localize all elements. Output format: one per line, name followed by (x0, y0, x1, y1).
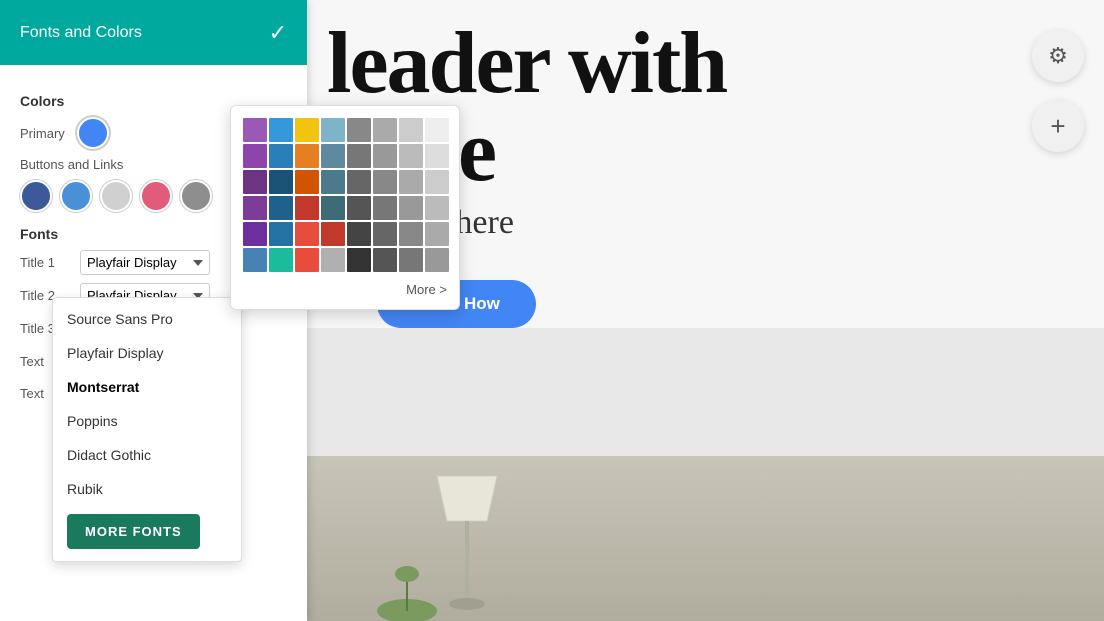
color-cell[interactable] (347, 170, 371, 194)
lamp-svg (367, 456, 567, 621)
color-cell[interactable] (321, 222, 345, 246)
color-cell[interactable] (425, 222, 449, 246)
confirm-icon[interactable]: ✓ (269, 20, 287, 46)
dropdown-item-montserrat[interactable]: Montserrat (53, 370, 241, 404)
color-cell[interactable] (373, 170, 397, 194)
primary-label: Primary (20, 126, 65, 141)
swatch-medium-blue[interactable] (60, 180, 92, 212)
gear-button[interactable]: ⚙ (1032, 30, 1084, 82)
sidebar: Fonts and Colors ✓ Colors Primary Button… (0, 0, 307, 621)
color-cell[interactable] (425, 196, 449, 220)
color-grid (243, 118, 447, 272)
color-cell[interactable] (321, 248, 345, 272)
swatch-light-gray[interactable] (100, 180, 132, 212)
color-cell[interactable] (373, 248, 397, 272)
color-cell[interactable] (425, 144, 449, 168)
sidebar-header: Fonts and Colors ✓ (0, 0, 307, 65)
dropdown-item-poppins[interactable]: Poppins (53, 404, 241, 438)
dropdown-item-playfair[interactable]: Playfair Display (53, 336, 241, 370)
gear-icon: ⚙ (1048, 43, 1068, 69)
color-cell[interactable] (347, 222, 371, 246)
color-cell[interactable] (425, 170, 449, 194)
color-cell[interactable] (243, 144, 267, 168)
color-cell[interactable] (295, 248, 319, 272)
color-cell[interactable] (373, 118, 397, 142)
color-picker-popup: More > (230, 105, 460, 310)
color-cell[interactable] (269, 118, 293, 142)
swatch-pink[interactable] (140, 180, 172, 212)
primary-color-swatch[interactable] (77, 117, 109, 149)
color-cell[interactable] (295, 118, 319, 142)
color-cell[interactable] (321, 118, 345, 142)
sidebar-title: Fonts and Colors (20, 24, 142, 42)
color-cell[interactable] (295, 170, 319, 194)
plus-button[interactable]: + (1032, 100, 1084, 152)
color-cell[interactable] (243, 196, 267, 220)
color-cell[interactable] (425, 118, 449, 142)
dropdown-item-source-sans[interactable]: Source Sans Pro (53, 302, 241, 336)
color-cell[interactable] (295, 222, 319, 246)
color-cell[interactable] (399, 248, 423, 272)
color-cell[interactable] (321, 170, 345, 194)
color-cell[interactable] (243, 248, 267, 272)
dropdown-item-rubik[interactable]: Rubik (53, 472, 241, 506)
color-cell[interactable] (295, 196, 319, 220)
color-cell[interactable] (295, 144, 319, 168)
color-cell[interactable] (321, 144, 345, 168)
color-cell[interactable] (425, 248, 449, 272)
font-dropdown: Source Sans Pro Playfair Display Montser… (52, 297, 242, 562)
color-cell[interactable] (321, 196, 345, 220)
color-cell[interactable] (373, 196, 397, 220)
color-cell[interactable] (399, 170, 423, 194)
color-cell[interactable] (347, 118, 371, 142)
swatch-dark-gray[interactable] (180, 180, 212, 212)
swatch-dark-blue[interactable] (20, 180, 52, 212)
color-cell[interactable] (399, 222, 423, 246)
lamp-image-area (307, 456, 1104, 621)
plus-icon: + (1050, 111, 1065, 142)
color-cell[interactable] (269, 170, 293, 194)
color-cell[interactable] (373, 144, 397, 168)
title1-font-select[interactable]: Playfair Display (80, 250, 210, 275)
color-cell[interactable] (243, 118, 267, 142)
color-cell[interactable] (269, 248, 293, 272)
color-cell[interactable] (269, 222, 293, 246)
title1-label: Title 1 (20, 255, 72, 270)
color-cell[interactable] (399, 196, 423, 220)
headline-text: leader with (327, 20, 1084, 108)
color-cell[interactable] (399, 144, 423, 168)
color-cell[interactable] (243, 170, 267, 194)
color-cell[interactable] (243, 222, 267, 246)
dropdown-item-didact[interactable]: Didact Gothic (53, 438, 241, 472)
color-cell[interactable] (399, 118, 423, 142)
main-content: leader with nage r subtitle here Learn H… (307, 0, 1104, 621)
more-colors-link[interactable]: More > (243, 282, 447, 297)
color-cell[interactable] (269, 144, 293, 168)
color-cell[interactable] (347, 196, 371, 220)
color-cell[interactable] (269, 196, 293, 220)
color-cell[interactable] (347, 248, 371, 272)
more-fonts-button[interactable]: MORE FONTS (67, 514, 200, 549)
color-cell[interactable] (347, 144, 371, 168)
color-cell[interactable] (373, 222, 397, 246)
